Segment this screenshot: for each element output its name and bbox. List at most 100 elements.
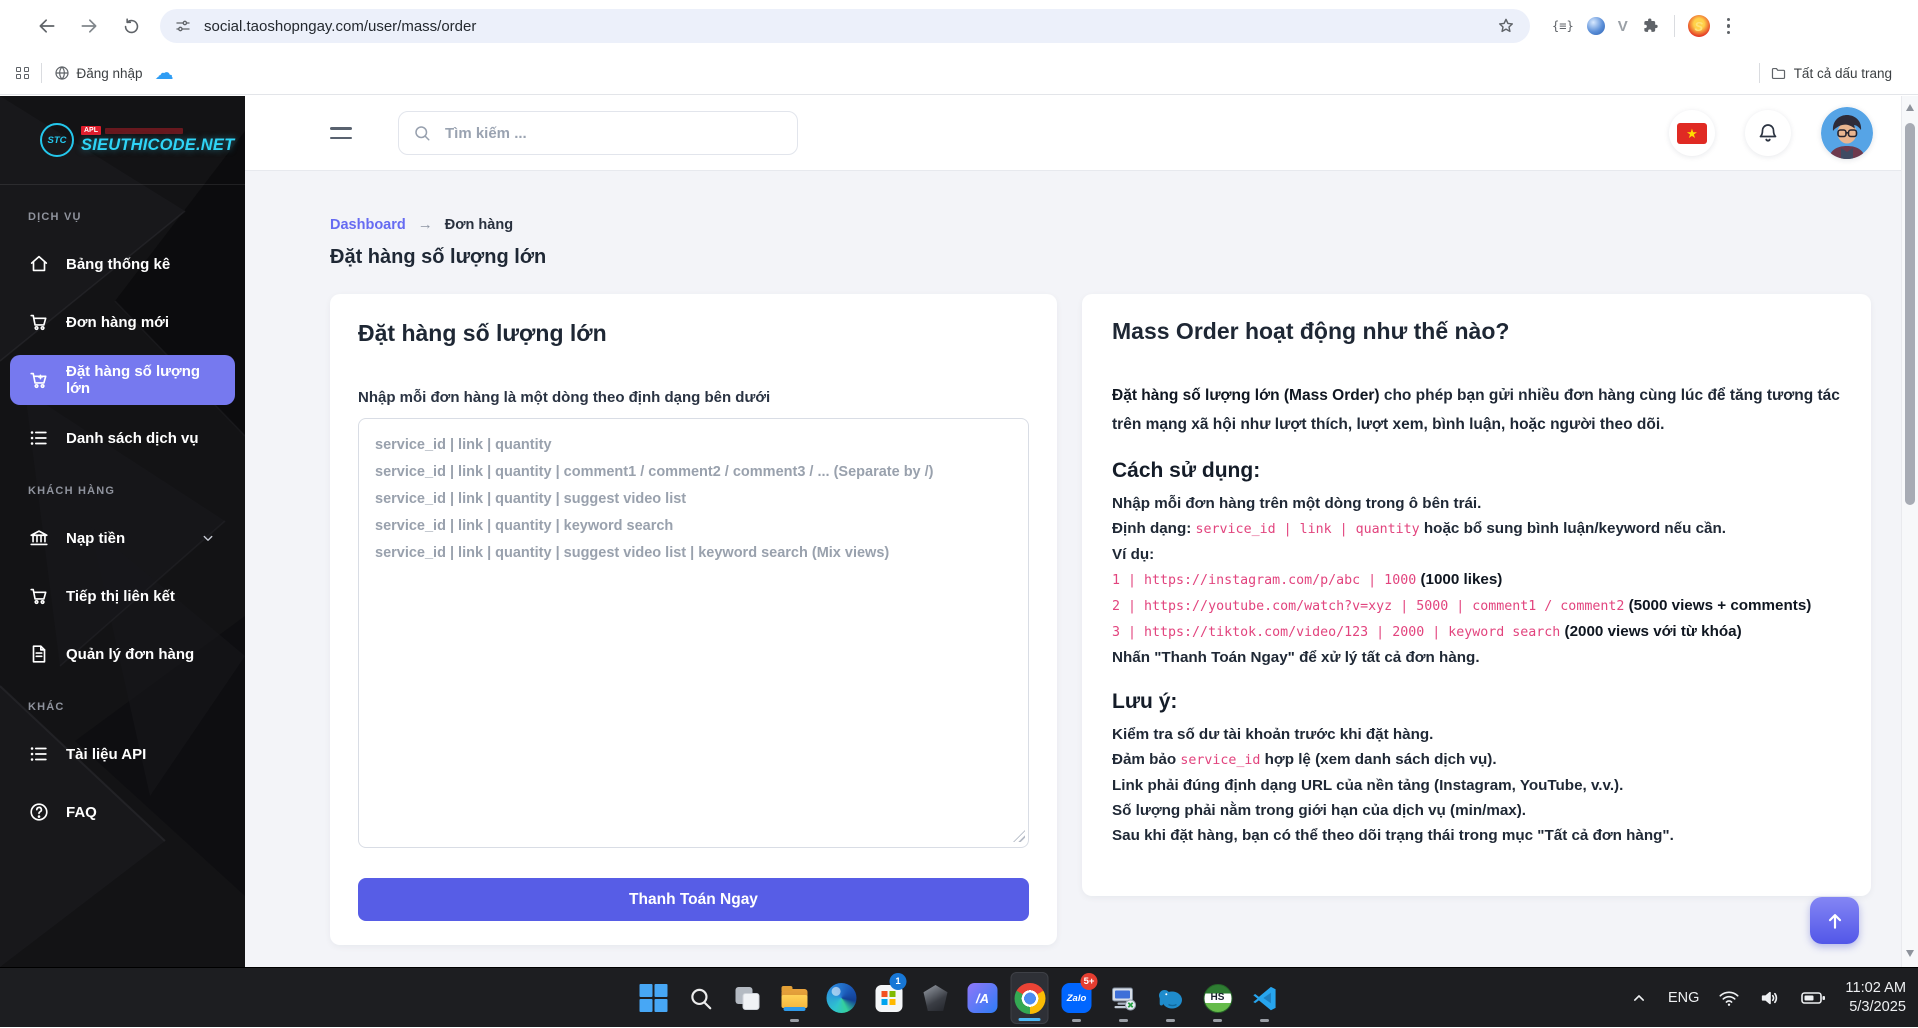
text-segment: hoặc bổ sung bình luận/keyword nếu cần. xyxy=(1420,520,1726,537)
list-icon xyxy=(28,427,50,449)
form-card-title: Đặt hàng số lượng lớn xyxy=(358,320,1029,347)
arrow-up-icon xyxy=(1825,911,1845,931)
notifications-button[interactable] xyxy=(1745,110,1791,156)
text-segment: (1000 likes) xyxy=(1416,571,1502,588)
puzzle-extensions-icon[interactable] xyxy=(1641,16,1661,36)
browser-reload-button[interactable] xyxy=(114,9,148,43)
sidebar-logo[interactable]: STC APL SIEUTHICODE.NET xyxy=(0,96,245,185)
apps-grid-icon[interactable] xyxy=(16,67,29,80)
epic-glyph xyxy=(920,982,952,1014)
scrollbar-up-arrow[interactable] xyxy=(1906,104,1914,111)
bookmark-login-label: Đăng nhập xyxy=(77,66,143,81)
bookmark-login[interactable]: Đăng nhập xyxy=(54,65,143,81)
language-flag-button[interactable]: ★ xyxy=(1669,110,1715,156)
taskbar-vscode-icon[interactable] xyxy=(1246,972,1284,1024)
clock-date: 5/3/2025 xyxy=(1845,998,1906,1017)
sidebar-item-label: FAQ xyxy=(66,804,97,821)
breadcrumb-dashboard-link[interactable]: Dashboard xyxy=(330,217,406,233)
help-line: 2 | https://youtube.com/watch?v=xyz | 50… xyxy=(1112,593,1841,619)
menu-toggle-icon[interactable] xyxy=(330,127,352,139)
braces-extension-icon[interactable]: {≡} xyxy=(1552,19,1574,33)
cloud-bookmark-icon[interactable]: ☁ xyxy=(155,64,174,83)
bookmarks-separator xyxy=(1759,63,1760,83)
notes-heading: Lưu ý: xyxy=(1112,690,1841,714)
orders-textarea[interactable] xyxy=(358,418,1029,848)
question-icon xyxy=(28,801,50,823)
mass-order-help-card: Mass Order hoạt động như thế nào? Đặt hà… xyxy=(1082,294,1871,896)
logo-site-name: SIEUTHICODE.NET xyxy=(81,136,234,155)
text-segment: Ví dụ: xyxy=(1112,546,1154,563)
browser-back-button[interactable] xyxy=(30,9,64,43)
user-avatar[interactable] xyxy=(1821,107,1873,159)
sidebar-item[interactable]: Đặt hàng số lượng lớn xyxy=(10,355,235,405)
help-line: Nhấn "Thanh Toán Ngay" để xử lý tất cả đ… xyxy=(1112,645,1841,670)
pay-now-button[interactable]: Thanh Toán Ngay xyxy=(358,878,1029,921)
help-line: Kiểm tra số dư tài khoản trước khi đặt h… xyxy=(1112,722,1841,747)
taskbar-chrome-icon[interactable] xyxy=(1011,972,1049,1024)
url-text[interactable]: social.taoshopngay.com/user/mass/order xyxy=(204,18,476,35)
site-settings-icon[interactable] xyxy=(174,17,192,35)
taskbar-store-icon[interactable]: 1 xyxy=(870,972,908,1024)
taskbar-remote-desktop-icon[interactable] xyxy=(1105,972,1143,1024)
reload-icon xyxy=(122,17,141,36)
sidebar-section-label: KHÁC xyxy=(10,687,235,721)
language-indicator[interactable]: ENG xyxy=(1668,990,1699,1006)
sidebar-item[interactable]: Tài liệu API xyxy=(10,729,235,779)
wifi-icon[interactable] xyxy=(1718,987,1740,1009)
sidebar-item[interactable]: Đơn hàng mới xyxy=(10,297,235,347)
text-segment: Kiểm tra số dư tài khoản trước khi đặt h… xyxy=(1112,726,1433,743)
address-bar[interactable]: social.taoshopngay.com/user/mass/order xyxy=(160,9,1530,43)
sidebar-item-label: Tài liệu API xyxy=(66,746,146,763)
code-snippet: 2 | https://youtube.com/watch?v=xyz | 50… xyxy=(1112,599,1624,614)
taskbar-zalo-icon[interactable]: Zalo5+ xyxy=(1058,972,1096,1024)
home-icon xyxy=(28,253,50,275)
scrollbar-down-arrow[interactable] xyxy=(1906,950,1914,957)
taskbar-edge-icon[interactable] xyxy=(823,972,861,1024)
taskbar-start-icon[interactable] xyxy=(635,972,673,1024)
taskbar-pgadmin-icon[interactable] xyxy=(1152,972,1190,1024)
browser-menu-icon[interactable] xyxy=(1723,14,1735,39)
search-box[interactable] xyxy=(398,111,798,155)
taskbar-clock[interactable]: 11:02 AM 5/3/2025 xyxy=(1845,979,1906,1017)
sidebar-item[interactable]: Bảng thống kê xyxy=(10,239,235,289)
explorer-glyph xyxy=(779,982,811,1014)
search-input[interactable] xyxy=(443,124,783,143)
store-badge: 1 xyxy=(890,973,907,990)
running-indicator xyxy=(1119,1019,1128,1022)
bookmark-star-icon[interactable] xyxy=(1496,16,1516,36)
sidebar-item[interactable]: FAQ xyxy=(10,787,235,837)
start-glyph xyxy=(638,982,670,1014)
battery-icon[interactable] xyxy=(1800,985,1826,1011)
taskbar-ia-icon[interactable]: /A xyxy=(964,972,1002,1024)
v-extension-icon[interactable]: V xyxy=(1618,18,1628,35)
sidebar-item-label: Bảng thống kê xyxy=(66,256,170,273)
idm-extension-icon[interactable]: S xyxy=(1688,15,1710,37)
sidebar-item[interactable]: Nạp tiền xyxy=(10,513,235,563)
sidebar-item[interactable]: Danh sách dịch vụ xyxy=(10,413,235,463)
taskbar-search-icon[interactable] xyxy=(682,972,720,1024)
usage-lines: Nhập mỗi đơn hàng trên một dòng trong ô … xyxy=(1112,491,1841,670)
hidden-icons-chevron-icon[interactable] xyxy=(1629,988,1649,1008)
text-segment: Số lượng phải nằm trong giới hạn của dịc… xyxy=(1112,802,1526,819)
taskbar-task-view-icon[interactable] xyxy=(729,972,767,1024)
all-bookmarks-button[interactable]: Tất cả dấu trang xyxy=(1770,65,1892,82)
help-line: Số lượng phải nằm trong giới hạn của dịc… xyxy=(1112,798,1841,823)
search-glyph xyxy=(685,982,717,1014)
taskbar-heidisql-icon[interactable]: HS xyxy=(1199,972,1237,1024)
page-scrollbar[interactable] xyxy=(1901,96,1918,967)
taskbar-explorer-icon[interactable] xyxy=(776,972,814,1024)
page-content: Dashboard → Đơn hàng Đặt hàng số lượng l… xyxy=(245,170,1901,967)
scroll-to-top-button[interactable] xyxy=(1810,897,1859,944)
scrollbar-thumb[interactable] xyxy=(1905,123,1915,505)
sidebar-item[interactable]: Tiếp thị liên kết xyxy=(10,571,235,621)
sidebar-item[interactable]: Quản lý đơn hàng xyxy=(10,629,235,679)
taskbar-epic-icon[interactable] xyxy=(917,972,955,1024)
globe-extension-icon[interactable] xyxy=(1587,17,1605,35)
logo-apl-badge: APL xyxy=(81,126,101,135)
browser-forward-button[interactable] xyxy=(72,9,106,43)
volume-icon[interactable] xyxy=(1759,987,1781,1009)
avatar-image xyxy=(1821,107,1873,159)
search-icon xyxy=(413,124,431,142)
mass-order-form-card: Đặt hàng số lượng lớn Nhập mỗi đơn hàng … xyxy=(330,294,1057,945)
globe-icon xyxy=(54,65,70,81)
